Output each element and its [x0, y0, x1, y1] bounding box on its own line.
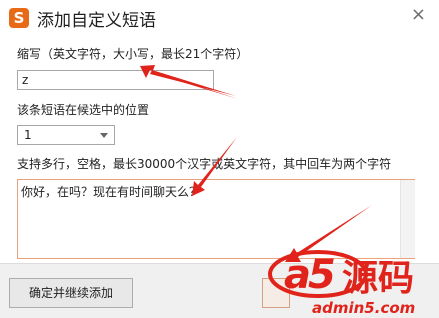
position-select[interactable]: 1: [17, 125, 115, 145]
abbr-label: 缩写（英文字符，大小写，最长21个字符）: [17, 47, 249, 61]
svg-text:a: a: [284, 252, 311, 298]
dialog-title: 添加自定义短语: [37, 11, 156, 31]
phrase-label: 支持多行，空格，最长30000个汉字或英文字符，其中回车为两个字符: [17, 157, 392, 171]
close-icon[interactable]: ×: [411, 4, 426, 25]
watermark-site: admin5.com: [312, 299, 416, 317]
phrase-text: 你好，在吗？现在有时间聊天么？: [21, 185, 202, 199]
svg-text:5: 5: [308, 252, 336, 298]
confirm-and-continue-button[interactable]: 确定并继续添加: [9, 278, 133, 308]
svg-text:源码: 源码: [342, 258, 414, 299]
title-bar: S 添加自定义短语 ×: [0, 0, 439, 36]
position-label: 该条短语在候选中的位置: [17, 103, 150, 117]
sogou-logo-icon: S: [9, 8, 29, 28]
abbr-input[interactable]: z: [17, 70, 214, 90]
watermark-logo: a 5 源码 admin5.com: [268, 244, 439, 317]
chevron-down-icon: [100, 133, 108, 138]
watermark-graphic: a 5 源码: [268, 250, 414, 299]
position-select-value: 1: [24, 128, 32, 142]
